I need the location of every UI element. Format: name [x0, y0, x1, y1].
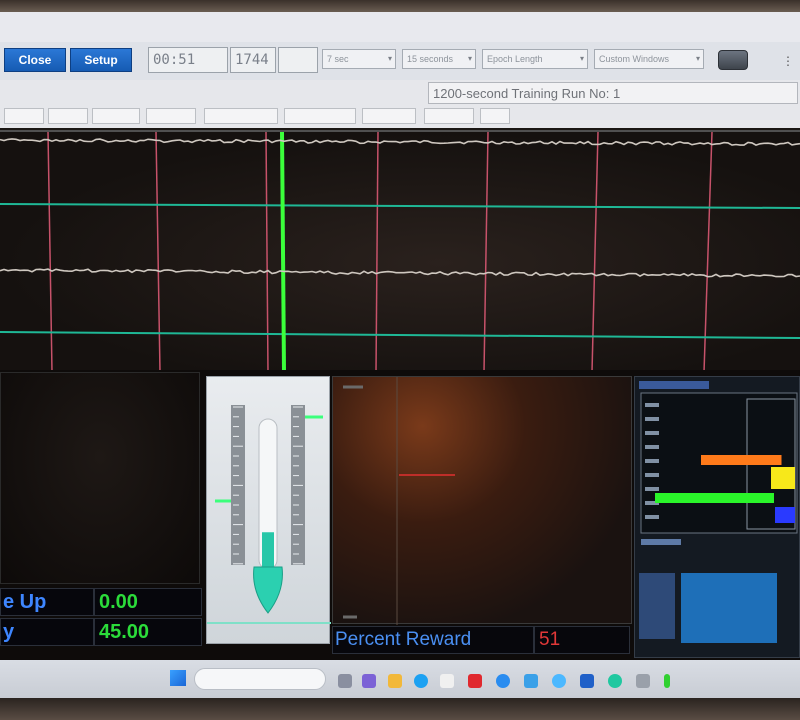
- monitor-bezel-top: [0, 0, 800, 12]
- blank-field: [278, 47, 318, 73]
- chevron-down-icon: ▾: [467, 54, 472, 63]
- reward-plot-panel: [332, 376, 632, 625]
- threshold-bar-yellow: [771, 467, 795, 489]
- app-icon[interactable]: [580, 674, 594, 688]
- sub-button-8[interactable]: [424, 108, 474, 124]
- thermometer-level: [262, 532, 274, 569]
- device-icon[interactable]: [718, 50, 748, 70]
- sub-button-3[interactable]: [92, 108, 140, 124]
- stats-values-column: [681, 573, 777, 643]
- search-box[interactable]: [194, 668, 326, 690]
- close-button[interactable]: Close: [4, 48, 66, 72]
- app-icon[interactable]: [608, 674, 622, 688]
- sample-count: 1744: [230, 47, 276, 73]
- readout-row-1: e Up 0.00: [0, 588, 202, 616]
- store-icon[interactable]: [440, 674, 454, 688]
- readout-value-2: 45.00: [94, 618, 202, 646]
- dropdown-3[interactable]: Epoch Length ▾: [482, 49, 588, 69]
- menu-strip: [0, 12, 800, 42]
- eeg-trace-1: [0, 138, 800, 146]
- spectral-tick-label: [645, 403, 659, 407]
- grid-vline: [703, 132, 713, 372]
- readout-value-1: 0.00: [94, 588, 202, 616]
- dropdown-1[interactable]: 7 sec ▾: [322, 49, 396, 69]
- app-icon[interactable]: [636, 674, 650, 688]
- grid-vline: [375, 132, 379, 372]
- chevron-down-icon: ▾: [579, 54, 584, 63]
- file-explorer-icon[interactable]: [388, 674, 402, 688]
- app-icon[interactable]: [524, 674, 538, 688]
- eeg-trace-2: [0, 268, 800, 278]
- thermometer-svg: [207, 405, 331, 624]
- dropdown-4[interactable]: Custom Windows ▾: [594, 49, 704, 69]
- sub-button-5[interactable]: [204, 108, 278, 124]
- playhead-cursor[interactable]: [280, 132, 286, 372]
- browser-icon[interactable]: [414, 674, 428, 688]
- spectral-tick-label: [645, 417, 659, 421]
- reward-plot-svg: [343, 377, 455, 625]
- stats-labels-column: [639, 573, 675, 639]
- eeg-signal-panel: [0, 130, 800, 372]
- start-icon[interactable]: [170, 670, 186, 686]
- percent-reward-value: 51: [534, 626, 630, 654]
- readout-row-2: y 45.00: [0, 618, 202, 646]
- sub-button-6[interactable]: [284, 108, 356, 124]
- spectral-svg: [639, 381, 798, 643]
- session-timer: 00:51: [148, 47, 228, 73]
- task-view-icon[interactable]: [338, 674, 352, 688]
- app-icon[interactable]: [362, 674, 376, 688]
- more-icon[interactable]: ⋮: [782, 54, 794, 68]
- spectral-tick-label: [645, 473, 659, 477]
- percent-reward-row: Percent Reward 51: [332, 626, 630, 654]
- readout-label-1: e Up: [0, 588, 94, 616]
- spectral-title-bar: [639, 381, 709, 389]
- neurofeedback-screen: Close Setup 00:51 1744 7 sec ▾ 15 second…: [0, 0, 800, 720]
- dropdown-4-value: Custom Windows: [599, 54, 670, 64]
- main-toolbar: Close Setup 00:51 1744 7 sec ▾ 15 second…: [0, 42, 800, 80]
- grid-hline: [0, 331, 800, 339]
- spectral-tick-label: [645, 515, 659, 519]
- sub-button-9[interactable]: [480, 108, 510, 124]
- thermometer-panel: [206, 376, 331, 644]
- spectral-tick-label: [645, 459, 659, 463]
- dropdown-3-value: Epoch Length: [487, 54, 543, 64]
- percent-reward-label: Percent Reward: [332, 626, 534, 654]
- eeg-trace-svg: [0, 132, 800, 372]
- thermometer-bulb: [253, 566, 283, 614]
- spectral-tick-label: [645, 487, 659, 491]
- grid-vline: [155, 132, 161, 372]
- sub-button-1[interactable]: [4, 108, 44, 124]
- sub-button-4[interactable]: [146, 108, 196, 124]
- chevron-down-icon: ▾: [387, 54, 392, 63]
- monitor-bezel-bottom: [0, 698, 800, 720]
- dropdown-2[interactable]: 15 seconds ▾: [402, 49, 476, 69]
- dropdown-1-value: 7 sec: [327, 54, 349, 64]
- dropdown-2-value: 15 seconds: [407, 54, 454, 64]
- threshold-bar-green: [655, 493, 774, 503]
- readout-label-2: y: [0, 618, 94, 646]
- app-icon[interactable]: [664, 674, 670, 688]
- spectral-tick-label: [645, 431, 659, 435]
- app-icon[interactable]: [552, 674, 566, 688]
- setup-button[interactable]: Setup: [70, 48, 132, 72]
- spectral-panel: [634, 376, 800, 658]
- training-run-label: 1200-second Training Run No: 1: [428, 82, 798, 104]
- threshold-bar-orange: [701, 455, 782, 465]
- left-video-panel: [0, 372, 200, 584]
- grid-hline: [0, 203, 800, 209]
- spectral-caption: [641, 539, 681, 545]
- chevron-down-icon: ▾: [695, 54, 700, 63]
- media-icon[interactable]: [468, 674, 482, 688]
- spectral-tick-label: [645, 445, 659, 449]
- grid-vline: [47, 132, 53, 372]
- grid-vline: [265, 132, 269, 372]
- threshold-bar-blue: [775, 507, 795, 523]
- sub-button-2[interactable]: [48, 108, 88, 124]
- edge-icon[interactable]: [496, 674, 510, 688]
- sub-button-7[interactable]: [362, 108, 416, 124]
